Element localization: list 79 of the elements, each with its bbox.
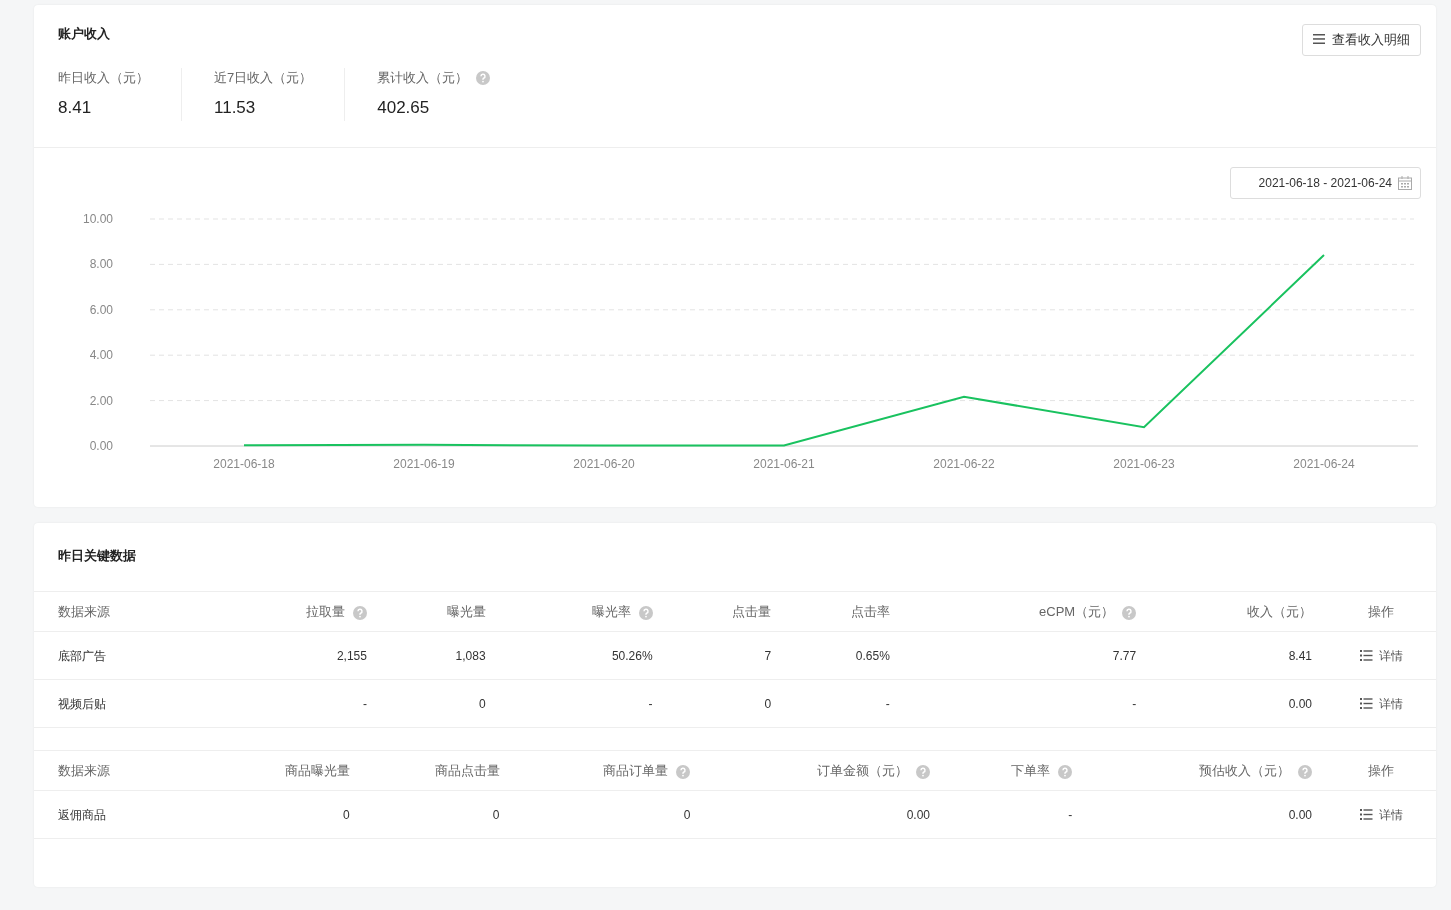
- table-cell: 8.41: [1288, 648, 1312, 663]
- list-icon: [1359, 649, 1373, 661]
- x-tick-label: 2021-06-19: [393, 456, 455, 471]
- help-icon: [638, 605, 653, 620]
- table-cell: -: [362, 696, 367, 711]
- table-cell: 0.00: [1288, 807, 1312, 822]
- table-cell: 50.26%: [611, 648, 653, 663]
- calendar-icon: [1398, 175, 1412, 190]
- table-cell: 0.00: [906, 807, 931, 822]
- y-tick-label: 10.00: [82, 211, 113, 226]
- column-header: eCPM（元）: [1039, 603, 1115, 619]
- column-header: 商品订单量: [603, 762, 669, 778]
- column-header: 点击量: [732, 603, 772, 619]
- list-icon: [1359, 697, 1373, 709]
- y-tick-label: 4.00: [89, 347, 113, 362]
- column-header: 商品曝光量: [284, 762, 350, 778]
- y-tick-label: 2.00: [89, 393, 113, 408]
- date-range-field[interactable]: 2021-06-18 - 2021-06-24: [1229, 166, 1421, 199]
- view-details-button[interactable]: 查看收入明细: [1302, 24, 1421, 56]
- table-cell: 返佣商品: [58, 807, 106, 822]
- list-icon: [1359, 808, 1373, 820]
- table-cell: -: [1132, 696, 1137, 711]
- table-cell: 0: [343, 807, 350, 822]
- y-tick-label: 8.00: [89, 256, 113, 271]
- stat-value: 8.41: [58, 97, 93, 119]
- x-tick-label: 2021-06-23: [1113, 456, 1175, 471]
- section-title: 昨日关键数据: [57, 546, 137, 565]
- table-cell: -: [648, 696, 653, 711]
- table-cell: -: [885, 696, 890, 711]
- section-title: 账户收入: [58, 25, 111, 43]
- column-header: 收入（元）: [1247, 603, 1312, 619]
- menu-icon: [1313, 34, 1325, 44]
- table-cell: 7: [764, 648, 772, 663]
- stat-label: 累计收入（元）: [377, 68, 469, 87]
- x-tick-label: 2021-06-18: [213, 456, 275, 471]
- details-link[interactable]: 详情: [1359, 694, 1403, 713]
- stat-label: 昨日收入（元）: [58, 68, 149, 87]
- column-header: 曝光量: [446, 603, 486, 619]
- table-cell: 底部广告: [58, 648, 106, 663]
- column-header: 数据来源: [58, 603, 110, 619]
- table-cell: 视频后贴: [58, 696, 106, 711]
- y-tick-label: 0.00: [89, 438, 113, 453]
- table-cell: 0: [764, 696, 772, 711]
- x-tick-label: 2021-06-22: [933, 456, 995, 471]
- table-cell: 0: [683, 807, 691, 822]
- column-header: 下单率: [1011, 762, 1051, 778]
- help-icon: [1058, 764, 1073, 779]
- table-cell: 1,083: [455, 648, 486, 663]
- stat-value: 11.53: [214, 97, 257, 119]
- help-icon: [476, 70, 491, 85]
- details-link[interactable]: 详情: [1359, 805, 1403, 824]
- table-cell: 0.65%: [855, 648, 890, 663]
- column-header: 订单金额（元）: [817, 762, 909, 778]
- column-header: 操作: [1368, 603, 1394, 619]
- column-header: 点击率: [850, 603, 890, 619]
- help-icon: [352, 605, 367, 620]
- x-tick-label: 2021-06-21: [753, 456, 815, 471]
- column-header: 商品点击量: [434, 762, 500, 778]
- details-link[interactable]: 详情: [1359, 646, 1403, 665]
- table-cell: 7.77: [1112, 648, 1137, 663]
- y-tick-label: 6.00: [89, 302, 113, 317]
- stat-label: 近7日收入（元）: [214, 68, 313, 87]
- table-cell: 0: [478, 696, 486, 711]
- table-cell: 0.00: [1288, 696, 1312, 711]
- table-cell: 2,155: [336, 648, 367, 663]
- help-icon: [1298, 764, 1312, 779]
- x-tick-label: 2021-06-24: [1293, 456, 1355, 471]
- column-header: 操作: [1368, 762, 1394, 778]
- column-header: 预估收入（元）: [1199, 762, 1290, 778]
- stat-value: 402.65: [377, 97, 431, 119]
- x-tick-label: 2021-06-20: [573, 456, 635, 471]
- column-header: 拉取量: [305, 603, 345, 619]
- help-icon: [1122, 605, 1137, 620]
- column-header: 曝光率: [591, 603, 631, 619]
- table-cell: 0: [492, 807, 500, 822]
- help-icon: [676, 764, 691, 779]
- table-cell: -: [1068, 807, 1073, 822]
- help-icon: [916, 764, 931, 779]
- column-header: 数据来源: [58, 762, 110, 778]
